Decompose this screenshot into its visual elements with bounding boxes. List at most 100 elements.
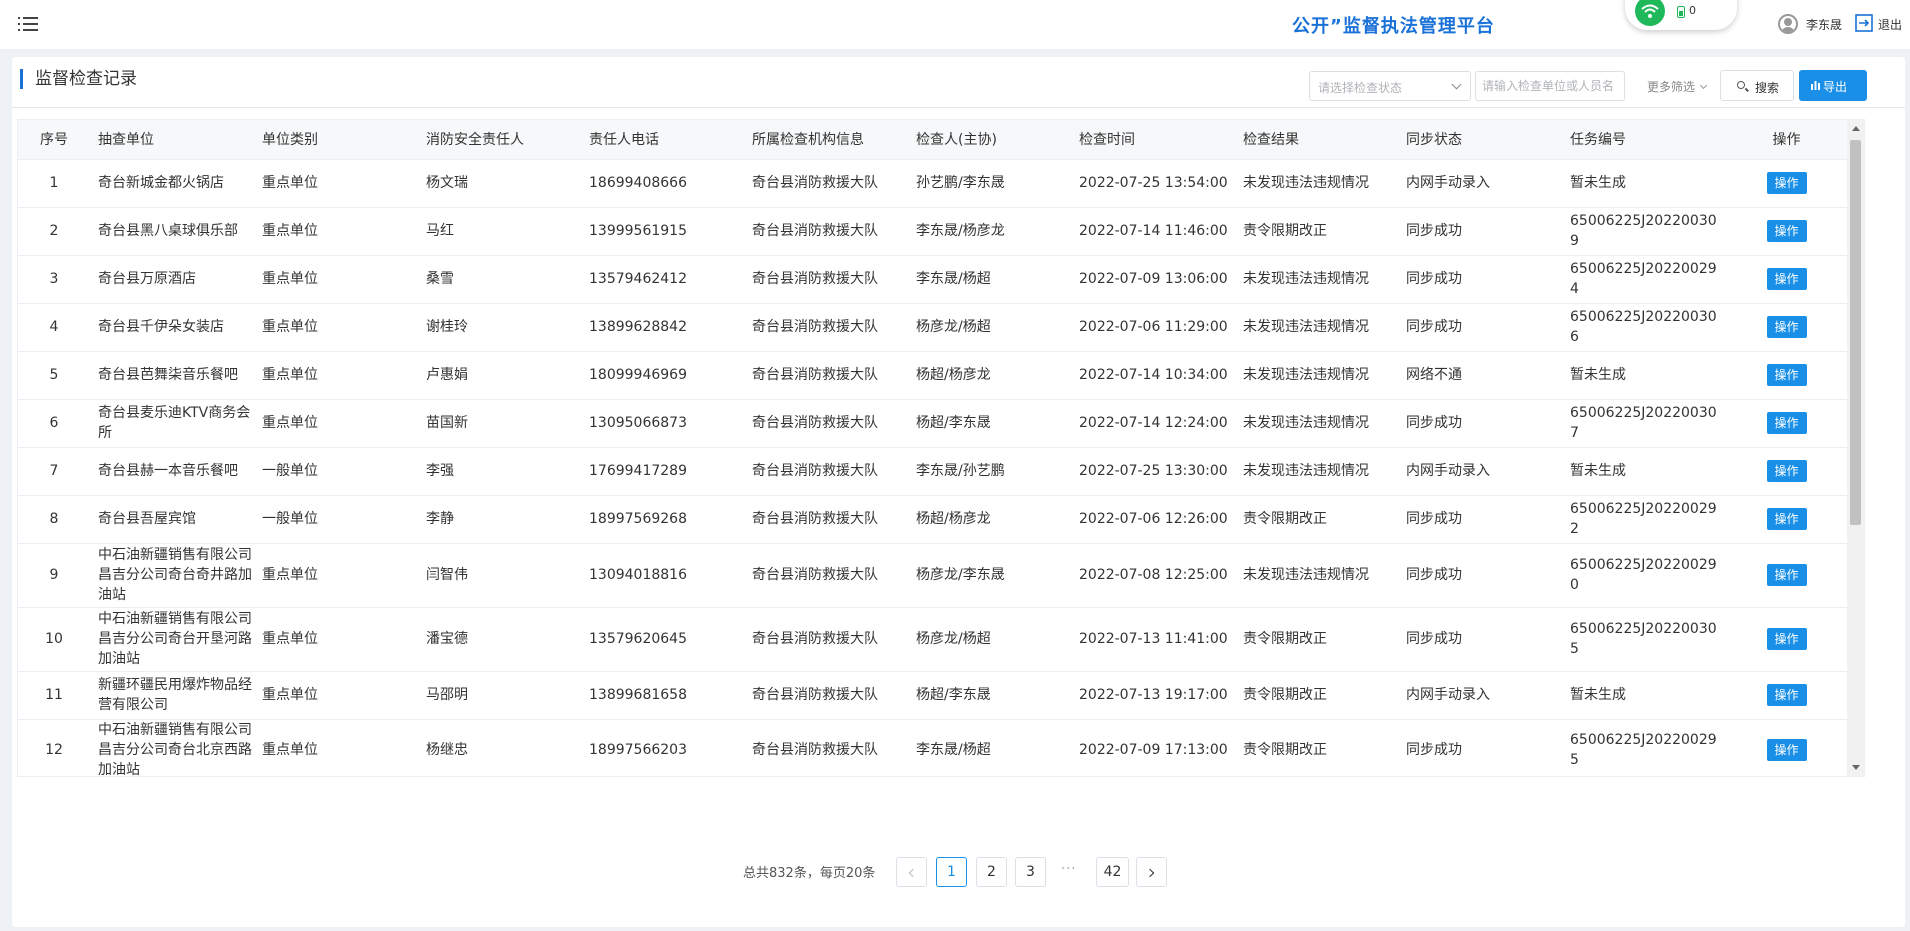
operate-button[interactable]: 操作 [1766,684,1807,706]
operate-button[interactable]: 操作 [1766,738,1807,761]
cell-phone: 18997566203 [581,719,744,776]
cell-phone: 13899681658 [581,671,744,720]
cell-phone: 13579462412 [581,255,744,304]
cell-action: 操作 [1725,607,1848,672]
cell-result: 未发现违法违规情况 [1235,543,1398,608]
cell-action: 操作 [1725,159,1848,208]
table-row: 2 奇台县黑八桌球俱乐部 重点单位 马红 13999561915 奇台县消防救援大队 李东晟… [18,207,1848,256]
operate-button[interactable]: 操作 [1766,172,1807,194]
search-button[interactable]: 搜索 [1720,70,1794,101]
cell-unit: 奇台县黑八桌球俱乐部 [90,207,254,256]
table-row: 7 奇台县赫一本音乐餐吧 一般单位 李强 17699417289 奇台县消防救援大队 李东晟… [18,447,1848,496]
cell-category: 重点单位 [254,255,418,304]
more-filter-toggle[interactable]: 更多筛选 [1647,78,1708,95]
cell-no: 1 [18,159,90,208]
network-status-widget[interactable]: 0 [1625,0,1737,30]
page-title: 监督检查记录 [20,69,137,89]
prev-page-button[interactable] [896,857,927,887]
cell-inspectors: 杨彦龙/杨超 [908,303,1071,352]
scroll-down-icon[interactable] [1852,765,1860,770]
page-button-1[interactable]: 1 [936,857,967,887]
cell-inspectors: 杨超/李东晟 [908,671,1071,720]
cell-no: 6 [18,399,90,448]
cell-org: 奇台县消防救援大队 [744,207,908,256]
user-avatar-icon[interactable] [1778,14,1798,34]
operate-button[interactable]: 操作 [1766,220,1807,242]
cell-no: 4 [18,303,90,352]
cell-person: 苗国新 [418,399,581,448]
page-button-last[interactable]: 42 [1096,857,1129,887]
column-header-org: 所属检查机构信息 [744,120,908,160]
operate-button[interactable]: 操作 [1766,628,1807,650]
search-icon [1737,81,1745,89]
cell-person: 杨继忠 [418,719,581,776]
page-button-2[interactable]: 2 [976,857,1007,887]
cell-action: 操作 [1725,351,1848,400]
cell-person: 马红 [418,207,581,256]
export-icon [1811,81,1820,90]
operate-button[interactable]: 操作 [1766,316,1807,338]
cell-task: 暂未生成 [1562,671,1725,720]
cell-inspectors: 李东晟/杨彦龙 [908,207,1071,256]
column-header-no: 序号 [18,120,90,160]
next-page-button[interactable] [1136,857,1167,887]
cell-category: 重点单位 [254,159,418,208]
cell-org: 奇台县消防救援大队 [744,303,908,352]
logout-link[interactable]: 退出 [1878,16,1902,33]
pagination-ellipsis[interactable]: ··· [1061,862,1076,877]
operate-button[interactable]: 操作 [1766,460,1807,482]
menu-icon[interactable] [18,16,38,32]
cell-category: 重点单位 [254,303,418,352]
battery-icon [1677,6,1685,18]
cell-action: 操作 [1725,719,1848,776]
cell-no: 7 [18,447,90,496]
cell-category: 重点单位 [254,207,418,256]
cell-result: 责令限期改正 [1235,207,1398,256]
user-name[interactable]: 李东晟 [1806,16,1842,33]
operate-button[interactable]: 操作 [1766,508,1807,530]
column-header-inspectors: 检查人(主协) [908,120,1071,160]
table-scrollbar[interactable] [1847,120,1864,776]
cell-result: 责令限期改正 [1235,495,1398,544]
logout-icon[interactable] [1855,14,1873,32]
chevron-left-icon [908,868,918,878]
cell-time: 2022-07-14 12:24:00 [1071,399,1235,448]
operate-button[interactable]: 操作 [1766,412,1807,434]
cell-org: 奇台县消防救援大队 [744,671,908,720]
scroll-up-icon[interactable] [1852,126,1860,131]
operate-button[interactable]: 操作 [1766,564,1807,586]
cell-unit: 奇台县千伊朵女装店 [90,303,254,352]
cell-result: 责令限期改正 [1235,607,1398,672]
page-button-3[interactable]: 3 [1015,857,1046,887]
cell-task: 65006225J202200290 [1562,543,1725,608]
cell-time: 2022-07-25 13:54:00 [1071,159,1235,208]
cell-task: 暂未生成 [1562,351,1725,400]
column-header-time: 检查时间 [1071,120,1235,160]
table-header-row: 序号 抽查单位 单位类别 消防安全责任人 责任人电话 所属检查机构信息 检查人(… [18,120,1848,160]
cell-category: 重点单位 [254,719,418,776]
cell-task: 65006225J202200307 [1562,399,1725,448]
chevron-down-icon [1451,79,1462,90]
cell-person: 潘宝德 [418,607,581,672]
keyword-search-input[interactable] [1475,71,1625,101]
cell-phone: 13999561915 [581,207,744,256]
cell-task: 65006225J202200305 [1562,607,1725,672]
scrollbar-thumb[interactable] [1850,140,1861,525]
operate-button[interactable]: 操作 [1766,268,1807,290]
table-row: 8 奇台县吾屋宾馆 一般单位 李静 18997569268 奇台县消防救援大队 杨超/杨彦龙… [18,495,1848,544]
top-bar: 公开”监督执法管理平台 0 李东晟 退出 [0,0,1910,49]
column-header-person: 消防安全责任人 [418,120,581,160]
cell-no: 9 [18,543,90,608]
cell-time: 2022-07-25 13:30:00 [1071,447,1235,496]
cell-time: 2022-07-13 11:41:00 [1071,607,1235,672]
status-select[interactable]: 请选择检查状态 [1309,71,1471,101]
cell-inspectors: 杨彦龙/杨超 [908,607,1071,672]
divider [12,107,1905,108]
cell-inspectors: 杨超/李东晟 [908,399,1071,448]
wifi-icon [1635,0,1665,26]
cell-action: 操作 [1725,543,1848,608]
export-button[interactable]: 导出 [1799,70,1867,101]
cell-phone: 13579620645 [581,607,744,672]
operate-button[interactable]: 操作 [1766,364,1807,386]
cell-phone: 13094018816 [581,543,744,608]
